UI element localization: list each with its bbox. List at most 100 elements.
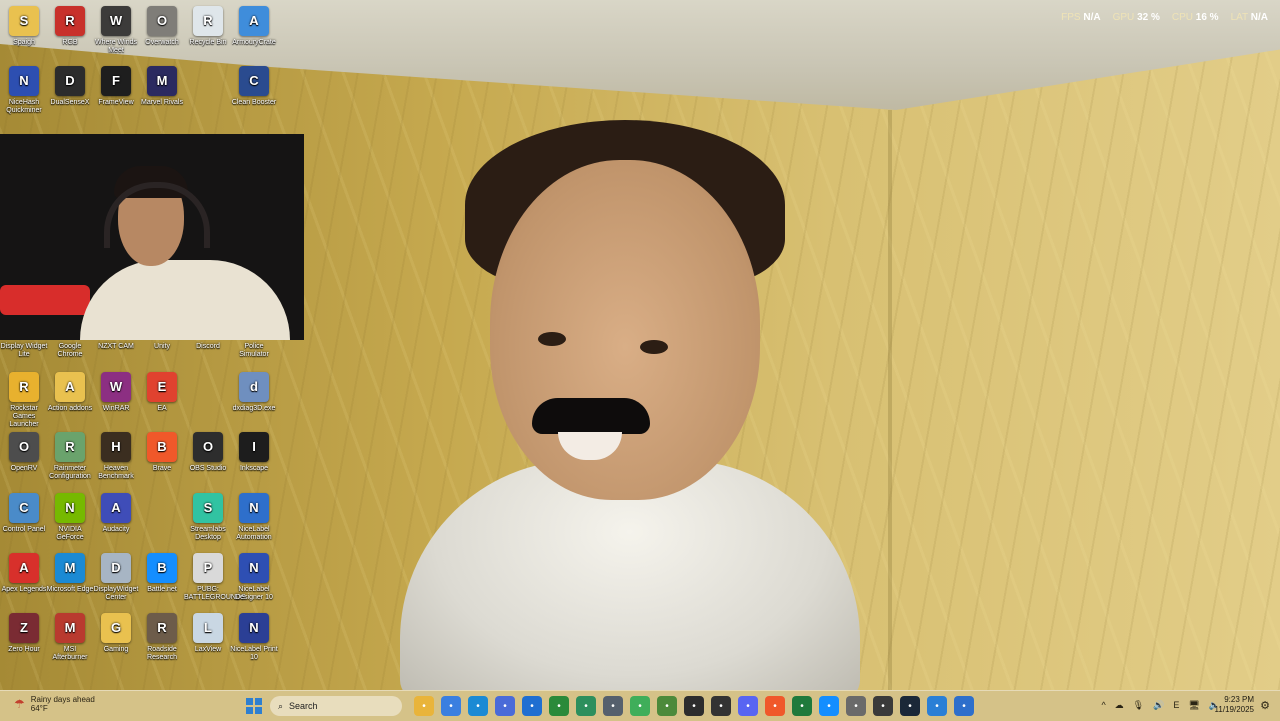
github-icon[interactable]: •: [711, 696, 731, 716]
desktop-icon[interactable]: D DisplayWidget Center: [92, 553, 140, 602]
desktop-icon[interactable]: P PUBG: BATTLEGROUNDS: [184, 553, 246, 602]
xbox-app-icon[interactable]: •: [792, 696, 812, 716]
marvel-rivals-icon: M: [147, 66, 177, 96]
desktop-icon[interactable]: S Spaigh: [0, 6, 48, 47]
steam-icon[interactable]: •: [900, 696, 920, 716]
weather-icon: ☂: [14, 697, 25, 711]
desktop-icon[interactable]: N NiceHash Quickminer: [0, 66, 48, 115]
desktop-icon[interactable]: R RGB: [46, 6, 94, 47]
system-tray: ^ ☁ 🎙 🔊 E 🖥 🔈: [1101, 700, 1220, 711]
xbox-icon[interactable]: •: [549, 696, 569, 716]
desktop-icon[interactable]: A Action addons: [46, 372, 94, 413]
start-button[interactable]: [246, 698, 262, 714]
file-explorer-icon[interactable]: •: [414, 696, 434, 716]
desktop-icon[interactable]: E EA: [138, 372, 186, 413]
desktop-icon[interactable]: R Roadside Research: [138, 613, 186, 662]
desktop-icon-label: Police Simulator: [239, 343, 269, 358]
desktop-icon[interactable]: O Overwatch: [138, 6, 186, 47]
desktop-icon[interactable]: G Gaming: [92, 613, 140, 654]
desktop-icon[interactable]: S Streamlabs Desktop: [184, 493, 232, 542]
clean-booster-icon: C: [239, 66, 269, 96]
desktop-icon[interactable]: O OBS Studio: [184, 432, 232, 473]
outlook-icon[interactable]: •: [522, 696, 542, 716]
monitor-icon[interactable]: •: [603, 696, 623, 716]
winrar-icon: W: [101, 372, 131, 402]
obs-icon[interactable]: •: [684, 696, 704, 716]
edge-icon[interactable]: •: [468, 696, 488, 716]
desktop-icon[interactable]: A Apex Legends: [0, 553, 48, 594]
desktop-icon-label: OBS Studio: [189, 465, 227, 472]
store-icon[interactable]: •: [495, 696, 515, 716]
chart-icon[interactable]: •: [576, 696, 596, 716]
webcam-overlay: [0, 134, 304, 340]
desktop-icon[interactable]: A Audacity: [92, 493, 140, 534]
desktop-icon[interactable]: R Rockstar Games Launcher: [0, 372, 48, 429]
recycle-bin-icon: R: [193, 6, 223, 36]
taskbar-clock[interactable]: 9:23 PM 11/19/2025: [1215, 695, 1254, 715]
openrv-icon: O: [9, 432, 39, 462]
desktop-icon[interactable]: d dxdiag3D.exe: [230, 372, 278, 413]
desktop-icon[interactable]: F FrameView: [92, 66, 140, 107]
search-icon: ⌕: [278, 700, 284, 711]
desktop-icon-label: Streamlabs Desktop: [190, 526, 226, 541]
weather-widget[interactable]: ☂ Rainy days ahead 64°F: [14, 695, 95, 713]
rockstar-icon: R: [9, 372, 39, 402]
chat-icon[interactable]: •: [927, 696, 947, 716]
battlenet-icon[interactable]: •: [819, 696, 839, 716]
desktop-icon[interactable]: C Control Panel: [0, 493, 48, 534]
play-icon[interactable]: •: [630, 696, 650, 716]
nicelabel-designer-icon: N: [239, 553, 269, 583]
desktop-icon-label: EA: [157, 405, 167, 412]
streamlabs-icon: S: [193, 493, 223, 523]
settings-icon[interactable]: •: [846, 696, 866, 716]
taskbar-search[interactable]: ⌕ Search: [270, 696, 402, 716]
copilot-icon[interactable]: •: [441, 696, 461, 716]
notification-bell-icon[interactable]: ⚙: [1260, 699, 1270, 712]
desktop-icon-label: OpenRV: [10, 465, 38, 472]
desktop-icon-label: NiceLabel Print 10: [230, 646, 278, 661]
tray-icon[interactable]: ^: [1101, 700, 1105, 711]
brave-icon[interactable]: •: [765, 696, 785, 716]
android-icon[interactable]: •: [657, 696, 677, 716]
roadside-icon: R: [147, 613, 177, 643]
desktop-icon-label: Rainmeter Configuration: [49, 465, 91, 480]
desktop-icon[interactable]: W WinRAR: [92, 372, 140, 413]
start-icon-tile: [255, 707, 262, 714]
desktop-icon[interactable]: A ArmouryCrate: [230, 6, 278, 47]
desktop-icon[interactable]: M Microsoft Edge: [46, 553, 94, 594]
desktop-icon[interactable]: M MSI Afterburner: [46, 613, 94, 662]
desktop-icon[interactable]: C Clean Booster: [230, 66, 278, 107]
desktop-icon[interactable]: N NiceLabel Designer 10: [230, 553, 278, 602]
tray-icon[interactable]: 🎙: [1133, 700, 1144, 711]
tray-icon[interactable]: 🖥: [1188, 700, 1199, 711]
desktop-icon[interactable]: M Marvel Rivals: [138, 66, 186, 107]
desktop-icon[interactable]: N NiceLabel Print 10: [230, 613, 278, 662]
desktop-icon[interactable]: H Heaven Benchmark: [92, 432, 140, 481]
desktop-icon-label: Inkscape: [239, 465, 269, 472]
desktop-icon[interactable]: N NVIDIA GeForce: [46, 493, 94, 542]
desktop-icon[interactable]: W Where Winds Meet: [92, 6, 140, 55]
terminal-icon[interactable]: •: [873, 696, 893, 716]
tray-icon[interactable]: E: [1173, 700, 1179, 711]
desktop-icon[interactable]: L LaxView: [184, 613, 232, 654]
desktop-icon[interactable]: N NiceLabel Automation: [230, 493, 278, 542]
desktop-icon[interactable]: R Recycle Bin: [184, 6, 232, 47]
taskbar-apps: • • • • • • • • • • • • • • • • • • • • •: [414, 696, 974, 716]
tray-icon[interactable]: 🔊: [1153, 700, 1164, 711]
paint-icon[interactable]: •: [954, 696, 974, 716]
desktop-icon[interactable]: O OpenRV: [0, 432, 48, 473]
discord-icon[interactable]: •: [738, 696, 758, 716]
webcam-person-body: [80, 260, 290, 340]
desktop-icon-label: Apex Legends: [1, 586, 47, 593]
desktop-icon[interactable]: Z Zero Hour: [0, 613, 48, 654]
desktop-icon-label: Control Panel: [2, 526, 46, 533]
desktop-icon[interactable]: I Inkscape: [230, 432, 278, 473]
desktop-icon[interactable]: B Battle.net: [138, 553, 186, 594]
desktop-icon[interactable]: D DualSenseX: [46, 66, 94, 107]
tray-icon[interactable]: ☁: [1115, 700, 1124, 711]
audacity-icon: A: [101, 493, 131, 523]
desktop-icon[interactable]: B Brave: [138, 432, 186, 473]
clock-time: 9:23 PM: [1224, 695, 1254, 704]
nicelabel-icon: N: [239, 493, 269, 523]
desktop-icon[interactable]: R Rainmeter Configuration: [46, 432, 94, 481]
